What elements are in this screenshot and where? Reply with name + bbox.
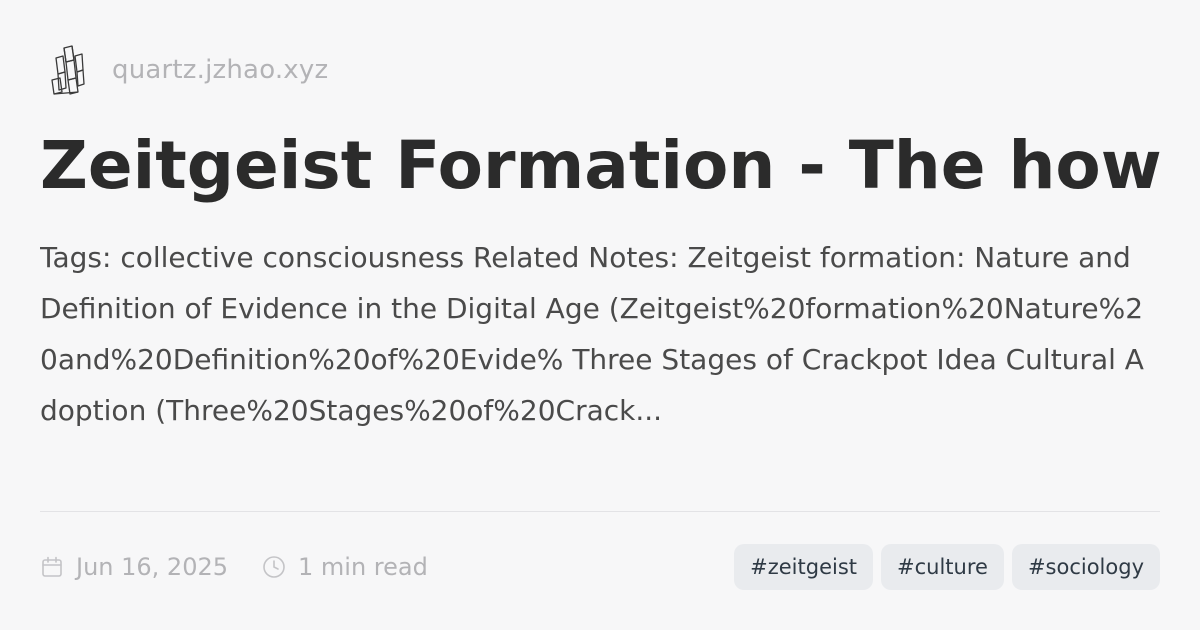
tag-sociology[interactable]: #sociology xyxy=(1011,544,1160,590)
page-description: Tags: collective consciousness Related N… xyxy=(40,241,1144,427)
calendar-icon xyxy=(42,556,62,577)
publish-date: Jun 16, 2025 xyxy=(40,553,228,581)
site-domain[interactable]: quartz.jzhao.xyz xyxy=(112,55,328,85)
tag-culture[interactable]: #culture xyxy=(881,544,1004,590)
divider xyxy=(40,511,1160,512)
tag-list: #zeitgeist #culture #sociology xyxy=(726,544,1160,590)
tag-zeitgeist[interactable]: #zeitgeist xyxy=(734,544,874,590)
post-meta: Jun 16, 2025 1 min read xyxy=(40,544,462,590)
preview-card: quartz.jzhao.xyz Zeitgeist Formation - T… xyxy=(0,0,1200,630)
clock-icon xyxy=(263,556,285,578)
reading-time: 1 min read xyxy=(262,553,428,581)
date-text: Jun 16, 2025 xyxy=(76,553,229,581)
crystal-icon xyxy=(51,45,85,95)
page-title: Zeitgeist Formation - The how xyxy=(40,127,1160,204)
site-header[interactable]: quartz.jzhao.xyz xyxy=(48,42,328,98)
reading-time-text: 1 min read xyxy=(298,553,428,581)
